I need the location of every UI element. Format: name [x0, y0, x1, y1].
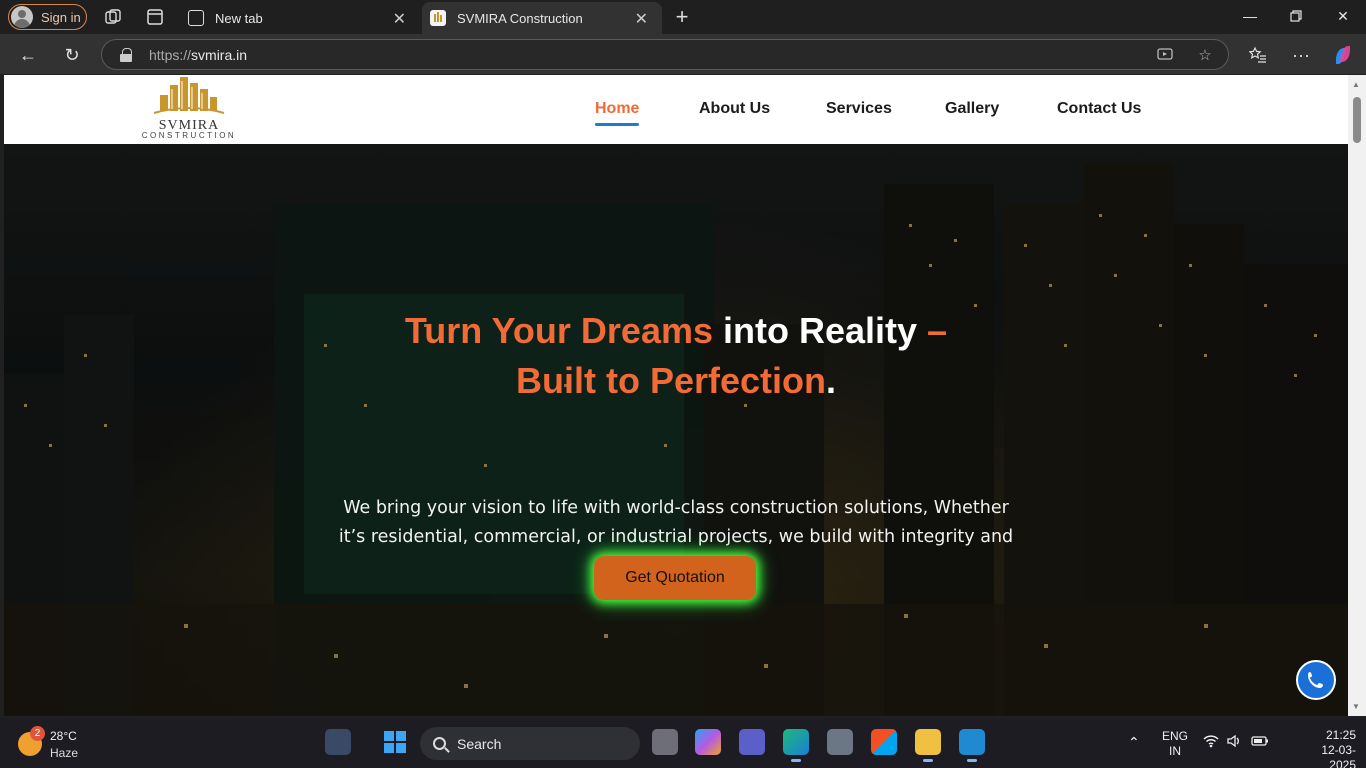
scroll-thumb[interactable]: [1353, 97, 1361, 143]
close-window-icon[interactable]: ✕: [1333, 6, 1353, 26]
new-tab-button[interactable]: +: [672, 4, 692, 29]
copilot-taskbar-icon[interactable]: [695, 729, 721, 755]
app-available-icon[interactable]: [1156, 46, 1174, 64]
browser-tab-bar: Sign in New tab ✕ SVMIRA Construction ✕ …: [0, 0, 1366, 34]
favorites-icon[interactable]: [1247, 44, 1269, 66]
weather-condition: Haze: [50, 746, 79, 760]
logo-subtitle: CONSTRUCTION: [141, 131, 237, 140]
wifi-icon[interactable]: [1203, 734, 1219, 768]
tab-svmira[interactable]: SVMIRA Construction ✕: [422, 2, 662, 34]
more-menu-icon[interactable]: ···: [1290, 44, 1312, 66]
settings-gear-icon[interactable]: [827, 729, 853, 755]
scroll-up-icon[interactable]: ▲: [1352, 80, 1360, 89]
minimize-icon[interactable]: —: [1240, 6, 1260, 26]
volume-icon[interactable]: [1226, 734, 1242, 768]
weather-widget[interactable]: 2 28°C Haze: [16, 726, 86, 762]
start-icon[interactable]: [382, 729, 408, 755]
teams-icon[interactable]: [739, 729, 765, 755]
nav-about-us[interactable]: About Us: [699, 100, 770, 118]
search-icon: [433, 737, 446, 750]
close-tab-icon[interactable]: ✕: [393, 9, 406, 29]
copilot-icon[interactable]: [1332, 44, 1354, 66]
call-button[interactable]: [1296, 660, 1336, 700]
weather-badge: 2: [30, 726, 45, 741]
nav-home[interactable]: Home: [595, 100, 640, 126]
hero-section: Turn Your Dreams into Reality – Built to…: [4, 144, 1348, 716]
url-text[interactable]: https://svmira.in: [149, 47, 247, 63]
store-icon[interactable]: [871, 729, 897, 755]
tab-title: New tab: [215, 10, 263, 26]
restore-icon[interactable]: [1286, 6, 1306, 26]
browser-toolbar: ← ↻ https://svmira.in ☆ ···: [0, 34, 1366, 74]
nav-gallery[interactable]: Gallery: [945, 100, 999, 118]
nav-services[interactable]: Services: [826, 100, 892, 118]
scroll-down-icon[interactable]: ▼: [1352, 702, 1360, 711]
page-scrollbar[interactable]: ▲ ▼: [1348, 75, 1366, 716]
nav-contact-us[interactable]: Contact Us: [1057, 100, 1141, 118]
show-hidden-icons-icon[interactable]: ⌃: [1128, 734, 1140, 768]
profile-signin-button[interactable]: Sign in: [8, 4, 87, 30]
svmira-logo[interactable]: SVMIRA CONSTRUCTION: [128, 75, 250, 141]
new-tab-icon: [188, 10, 204, 26]
windows-taskbar: 2 28°C Haze Search ⌃ ENG IN 21:25 12-03-20…: [0, 718, 1366, 768]
profile-avatar-icon: [11, 6, 33, 28]
edge-icon[interactable]: [783, 729, 809, 762]
task-view-icon[interactable]: [652, 729, 678, 755]
close-tab-icon[interactable]: ✕: [635, 9, 648, 29]
favorite-star-icon[interactable]: ☆: [1196, 46, 1214, 64]
address-bar[interactable]: https://svmira.in ☆: [101, 39, 1229, 70]
search-label: Search: [457, 735, 502, 752]
signin-label: Sign in: [41, 9, 81, 25]
taskbar-clock[interactable]: 21:25 12-03-2025: [1300, 728, 1356, 768]
battery-icon[interactable]: [1251, 735, 1269, 768]
hero-overlay: [4, 144, 1348, 716]
workspaces-icon[interactable]: [103, 7, 123, 27]
get-quotation-button[interactable]: Get Quotation: [594, 556, 756, 600]
language-indicator[interactable]: ENG IN: [1160, 729, 1190, 768]
pinned-app-icon[interactable]: [325, 729, 351, 755]
page-viewport: SVMIRA CONSTRUCTION Home About Us Servic…: [4, 75, 1348, 716]
vscode-icon[interactable]: [959, 729, 985, 762]
refresh-icon[interactable]: ↻: [61, 44, 83, 66]
phone-icon: [1308, 672, 1323, 688]
tab-new-tab[interactable]: New tab ✕: [180, 2, 420, 34]
site-header: SVMIRA CONSTRUCTION Home About Us Servic…: [4, 75, 1348, 144]
back-icon[interactable]: ←: [17, 44, 39, 66]
file-explorer-icon[interactable]: [915, 729, 941, 762]
svmira-favicon: [430, 10, 446, 26]
tab-title: SVMIRA Construction: [457, 10, 583, 26]
tab-actions-icon[interactable]: [145, 7, 165, 27]
logo-buildings-icon: [153, 77, 225, 114]
hero-headline: Turn Your Dreams into Reality – Built to…: [404, 310, 948, 401]
weather-temp: 28°C: [50, 729, 77, 743]
lock-icon[interactable]: [120, 47, 132, 62]
taskbar-search[interactable]: Search: [420, 727, 640, 760]
